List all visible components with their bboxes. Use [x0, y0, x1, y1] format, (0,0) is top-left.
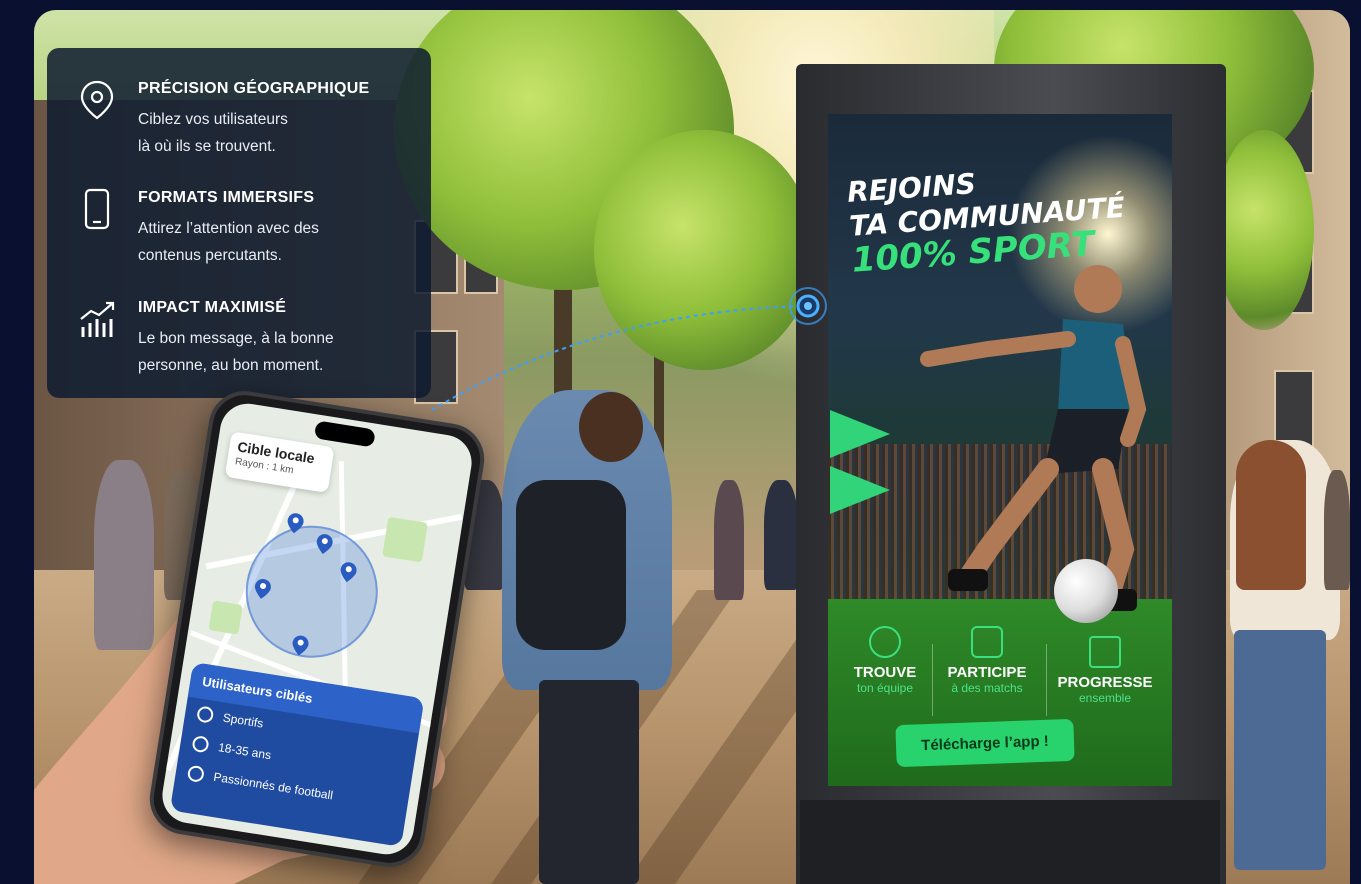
- football-icon: [186, 764, 206, 783]
- phone-screen: Cible locale Rayon : 1 km Utilisateurs c…: [158, 399, 476, 859]
- info-title: IMPACT MAXIMISÉ: [138, 299, 287, 316]
- growth-chart-icon: [80, 301, 115, 337]
- user-icon: [196, 705, 215, 724]
- targeted-user-label: 18-35 ans: [217, 740, 273, 763]
- info-panel: PRÉCISION GÉOGRAPHIQUE Ciblez vos utilis…: [47, 48, 431, 398]
- phone-notch: [313, 420, 376, 448]
- location-pin-icon: [80, 80, 114, 120]
- target-card[interactable]: Cible locale Rayon : 1 km: [224, 431, 335, 493]
- age-icon: [191, 735, 210, 754]
- smartphone-icon: [84, 188, 110, 230]
- targeted-user-label: Sportifs: [221, 710, 265, 731]
- user-pin-icon[interactable]: [338, 560, 359, 585]
- user-pin-icon[interactable]: [252, 577, 273, 602]
- user-pin-icon[interactable]: [285, 511, 306, 536]
- targeted-users-panel: Utilisateurs ciblés Sportifs 18-35 ans P…: [169, 662, 425, 847]
- info-description: Le bon message, à la bonne personne, au …: [138, 330, 334, 374]
- info-description: Ciblez vos utilisateurs là où ils se tro…: [138, 111, 288, 155]
- info-title: PRÉCISION GÉOGRAPHIQUE: [138, 80, 370, 97]
- user-pin-icon[interactable]: [314, 532, 335, 557]
- user-pin-icon[interactable]: [290, 633, 311, 658]
- info-description: Attirez l’attention avec des contenus pe…: [138, 220, 319, 264]
- info-title: FORMATS IMMERSIFS: [138, 189, 315, 206]
